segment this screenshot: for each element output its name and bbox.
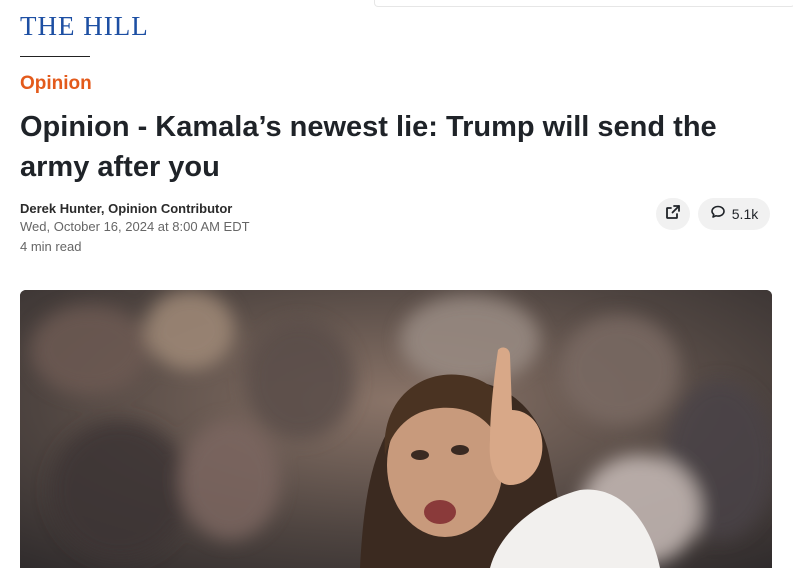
top-bar-edge <box>374 0 793 7</box>
site-logo[interactable]: THE HILL <box>20 11 149 41</box>
byline: Derek Hunter, Opinion Contributor Wed, O… <box>20 200 420 257</box>
read-time: 4 min read <box>20 239 82 254</box>
comments-button[interactable]: 5.1k <box>698 198 770 230</box>
author-name[interactable]: Derek Hunter, Opinion Contributor <box>20 200 420 217</box>
publish-date: Wed, October 16, 2024 at 8:00 AM EDT <box>20 219 250 234</box>
article-headline: Opinion - Kamala’s newest lie: Trump wil… <box>20 111 717 183</box>
section-label[interactable]: Opinion <box>20 72 92 96</box>
share-button[interactable] <box>656 198 690 230</box>
logo-divider <box>20 56 90 57</box>
hero-image[interactable] <box>20 290 772 568</box>
comment-count: 5.1k <box>731 206 759 222</box>
speech-bubble-icon <box>710 204 726 225</box>
hero-photo-illustration <box>20 290 772 568</box>
external-link-icon <box>665 204 681 225</box>
